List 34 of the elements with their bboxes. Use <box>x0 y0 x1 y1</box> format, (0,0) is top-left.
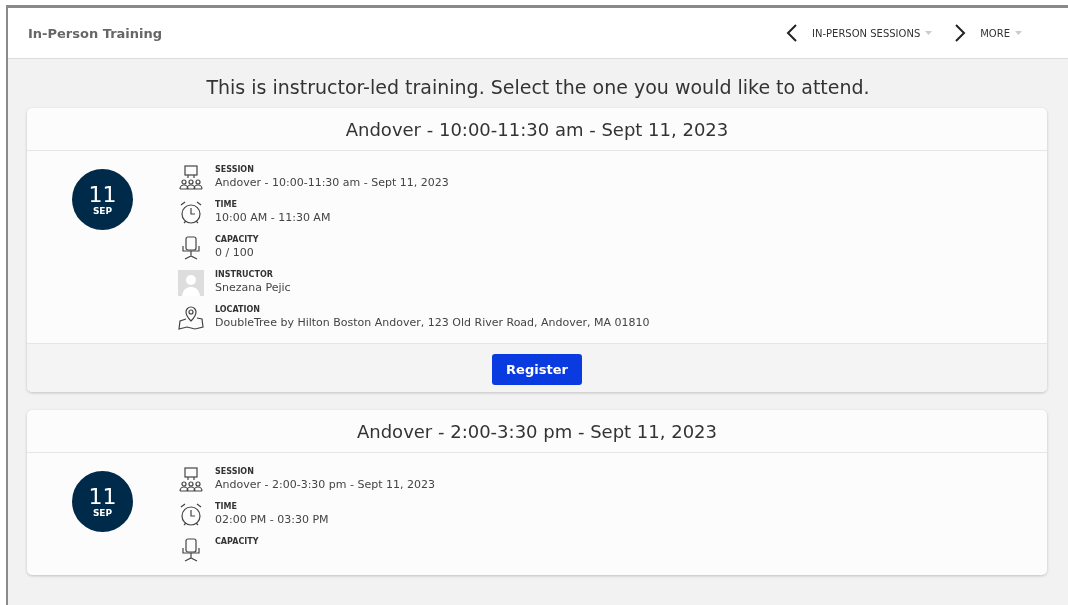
detail-label: INSTRUCTOR <box>215 270 274 279</box>
chevron-right-icon[interactable] <box>954 24 967 42</box>
detail-label: SESSION <box>215 467 255 476</box>
nav-menu[interactable]: IN-PERSON SESSIONS <box>812 27 933 39</box>
detail-value: 0 / 100 <box>215 246 255 259</box>
alarm-clock-icon <box>178 200 204 226</box>
intro-heading: This is instructor-led training. Select the one you would like to attend. <box>205 75 871 100</box>
detail-label: CAPACITY <box>215 537 259 546</box>
presentation-icon <box>178 165 204 191</box>
detail-label: TIME <box>215 502 238 511</box>
register-button[interactable]: Register <box>492 354 582 385</box>
session-title: Andover - 10:00-11:30 am - Sept 11, 2023 <box>27 108 1047 151</box>
map-pin-icon <box>178 305 204 331</box>
alarm-clock-icon <box>178 502 204 528</box>
detail-value: 10:00 AM - 11:30 AM <box>215 211 331 224</box>
page-title: In-Person Training <box>28 25 164 41</box>
date-badge: 11 SEP <box>72 471 133 532</box>
presentation-icon <box>178 467 204 493</box>
avatar-icon <box>178 270 204 296</box>
detail-label: LOCATION <box>215 305 261 314</box>
detail-label: TIME <box>215 200 238 209</box>
chevron-left-icon[interactable] <box>786 24 798 42</box>
detail-value: Snezana Pejic <box>215 281 291 294</box>
detail-value: DoubleTree by Hilton Boston Andover, 123 Old River Road, Andover, MA 01810 <box>215 316 650 329</box>
detail-label: SESSION <box>215 165 255 174</box>
nav-menu[interactable]: MORE <box>980 27 1022 39</box>
caret-icon <box>1015 31 1022 35</box>
session-title: Andover - 2:00-3:30 pm - Sept 11, 2023 <box>27 410 1047 453</box>
detail-value: Andover - 10:00-11:30 am - Sept 11, 2023 <box>215 176 449 189</box>
detail-label: CAPACITY <box>215 235 259 244</box>
detail-value: 02:00 PM - 03:30 PM <box>215 513 329 526</box>
caret-icon <box>925 31 933 35</box>
date-badge: 11 SEP <box>72 169 133 230</box>
detail-value: Andover - 2:00-3:30 pm - Sept 11, 2023 <box>215 478 436 491</box>
